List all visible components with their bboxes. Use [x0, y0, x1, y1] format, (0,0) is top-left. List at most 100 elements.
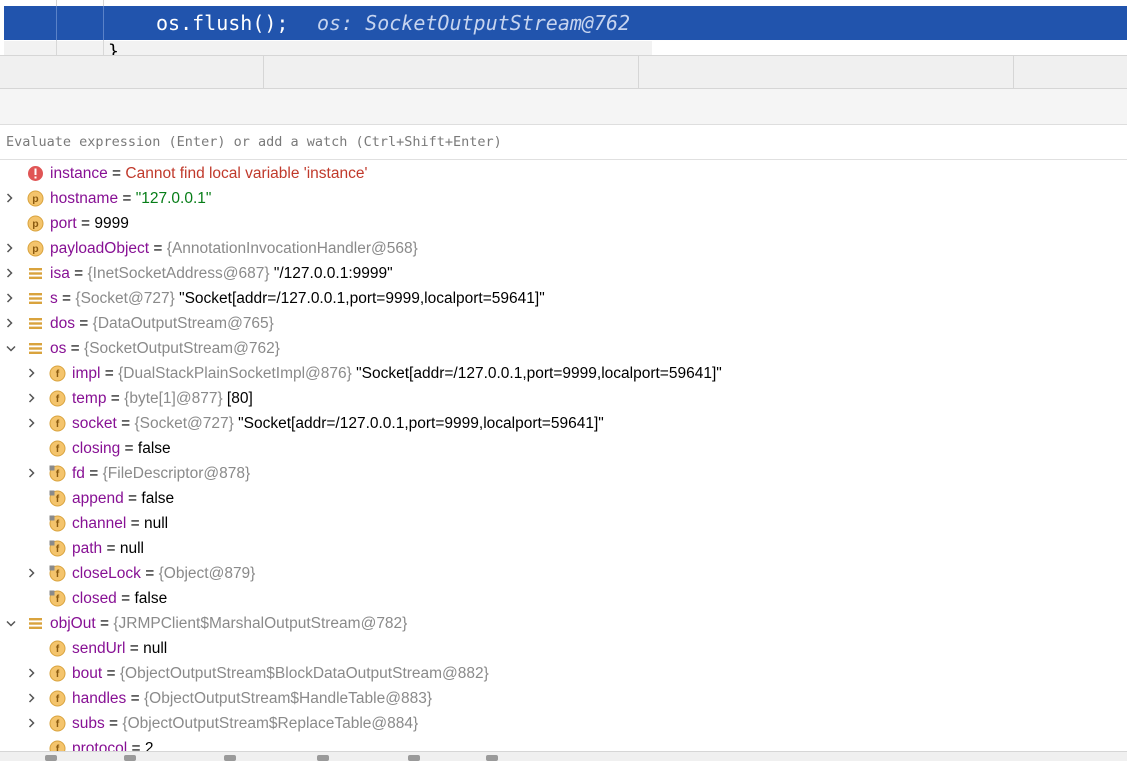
current-line-code: os.flush(); [156, 11, 289, 35]
variable-text: s = {Socket@727} "Socket[addr=/127.0.0.1… [50, 286, 545, 311]
chevron-right-icon[interactable] [28, 468, 36, 478]
variable-row-path[interactable]: f path = null [0, 536, 1127, 561]
equals-sign: = [140, 565, 159, 582]
chevron-right-icon[interactable] [6, 293, 14, 303]
chevron-right-icon[interactable] [6, 268, 14, 278]
variable-row-closing[interactable]: f closing = false [0, 436, 1127, 461]
svg-text:f: f [56, 568, 60, 580]
object-reference: {byte[1]@877} [124, 390, 223, 407]
parameter-icon: p [27, 215, 44, 232]
object-reference: {Socket@727} [134, 415, 234, 432]
variable-row-append[interactable]: f append = false [0, 486, 1127, 511]
svg-text:f: f [56, 668, 60, 680]
field-icon: f [49, 740, 66, 751]
toolbar-icon[interactable] [486, 755, 498, 761]
variable-row-instance[interactable]: instance = Cannot find local variable 'i… [0, 161, 1127, 186]
toolbar-icon[interactable] [408, 755, 420, 761]
gutter-divider [103, 41, 104, 55]
variable-row-impl[interactable]: f impl = {DualStackPlainSocketImpl@876} "… [0, 361, 1127, 386]
equals-sign: = [102, 540, 120, 557]
variable-row-protocol[interactable]: f protocol = 2 [0, 736, 1127, 751]
variable-name: protocol [72, 740, 128, 751]
chevron-right-icon[interactable] [28, 393, 36, 403]
chevron-down-icon[interactable] [6, 345, 16, 353]
variable-row-closed[interactable]: f closed = false [0, 586, 1127, 611]
toolbar-icon[interactable] [317, 755, 329, 761]
variable-row-socket[interactable]: f socket = {Socket@727} "Socket[addr=/127… [0, 411, 1127, 436]
equals-sign: = [95, 615, 114, 632]
next-code-line[interactable]: } [4, 41, 652, 55]
chevron-right-icon[interactable] [28, 368, 36, 378]
svg-text:p: p [32, 218, 38, 230]
chevron-right-icon[interactable] [6, 318, 14, 328]
variable-text: subs = {ObjectOutputStream$ReplaceTable@… [72, 711, 418, 736]
object-reference: {Object@879} [158, 565, 256, 582]
chevron-right-icon[interactable] [28, 568, 36, 578]
variable-row-hostname[interactable]: p hostname = "127.0.0.1" [0, 186, 1127, 211]
field-icon: f [49, 390, 66, 407]
variable-row-dos[interactable]: dos = {DataOutputStream@765} [0, 311, 1127, 336]
variable-text: protocol = 2 [72, 736, 153, 751]
variable-text: sendUrl = null [72, 636, 167, 661]
variable-row-bout[interactable]: f bout = {ObjectOutputStream$BlockDataOut… [0, 661, 1127, 686]
variable-row-handles[interactable]: f handles = {ObjectOutputStream$HandleTab… [0, 686, 1127, 711]
variable-name: closeLock [72, 565, 141, 582]
variable-row-closeLock[interactable]: f closeLock = {Object@879} [0, 561, 1127, 586]
variable-row-os[interactable]: os = {SocketOutputStream@762} [0, 336, 1127, 361]
variable-text: closed = false [72, 586, 167, 611]
variable-text: os = {SocketOutputStream@762} [50, 336, 280, 361]
parameter-icon: p [27, 190, 44, 207]
equals-sign: = [69, 265, 88, 282]
variable-row-objOut[interactable]: objOut = {JRMPClient$MarshalOutputStream… [0, 611, 1127, 636]
variable-value: 9999 [94, 215, 129, 232]
object-reference: {JRMPClient$MarshalOutputStream@782} [113, 615, 408, 632]
toolbar-icon[interactable] [124, 755, 136, 761]
toolbar-icon[interactable] [45, 755, 57, 761]
gutter-divider [56, 41, 57, 55]
gutter-divider [56, 6, 57, 40]
svg-text:f: f [56, 593, 60, 605]
equals-sign: = [118, 190, 136, 207]
field-icon: f [49, 690, 66, 707]
chevron-down-icon[interactable] [6, 620, 16, 628]
variable-row-payloadObject[interactable]: p payloadObject = {AnnotationInvocationHa… [0, 236, 1127, 261]
local-variable-icon [27, 615, 44, 632]
local-variable-icon [27, 290, 44, 307]
field-icon: f [49, 415, 66, 432]
local-variable-icon [27, 265, 44, 282]
variable-row-subs[interactable]: f subs = {ObjectOutputStream$ReplaceTable… [0, 711, 1127, 736]
chevron-right-icon[interactable] [28, 693, 36, 703]
execution-point-line[interactable]: os.flush(); os: SocketOutputStream@762 [4, 6, 1127, 40]
inherited-field-icon: f [49, 540, 66, 557]
equals-sign: = [106, 390, 125, 407]
equals-sign: = [116, 415, 135, 432]
variable-row-isa[interactable]: isa = {InetSocketAddress@687} "/127.0.0.… [0, 261, 1127, 286]
variable-value: [80] [222, 390, 253, 407]
chevron-right-icon[interactable] [28, 668, 36, 678]
bottom-toolbar [0, 751, 1127, 761]
chevron-right-icon[interactable] [28, 418, 36, 428]
variable-row-temp[interactable]: f temp = {byte[1]@877} [80] [0, 386, 1127, 411]
local-variable-icon [27, 315, 44, 332]
variable-name: closing [72, 440, 121, 457]
toolbar-icon[interactable] [224, 755, 236, 761]
variable-text: bout = {ObjectOutputStream$BlockDataOutp… [72, 661, 489, 686]
chevron-right-icon[interactable] [6, 193, 14, 203]
variable-text: hostname = "127.0.0.1" [50, 186, 211, 211]
svg-text:p: p [32, 193, 38, 205]
evaluate-expression-input[interactable] [0, 125, 1127, 159]
variable-row-fd[interactable]: f fd = {FileDescriptor@878} [0, 461, 1127, 486]
variable-name: socket [72, 415, 117, 432]
field-icon: f [49, 365, 66, 382]
variable-text: closing = false [72, 436, 171, 461]
object-reference: {ObjectOutputStream$BlockDataOutputStrea… [119, 665, 489, 682]
variable-row-sendUrl[interactable]: f sendUrl = null [0, 636, 1127, 661]
variable-row-channel[interactable]: f channel = null [0, 511, 1127, 536]
equals-sign: = [57, 290, 76, 307]
variable-row-port[interactable]: p port = 9999 [0, 211, 1127, 236]
chevron-right-icon[interactable] [6, 243, 14, 253]
object-reference: {ObjectOutputStream$ReplaceTable@884} [122, 715, 419, 732]
variable-row-s[interactable]: s = {Socket@727} "Socket[addr=/127.0.0.1… [0, 286, 1127, 311]
variable-name: isa [50, 265, 70, 282]
chevron-right-icon[interactable] [28, 718, 36, 728]
